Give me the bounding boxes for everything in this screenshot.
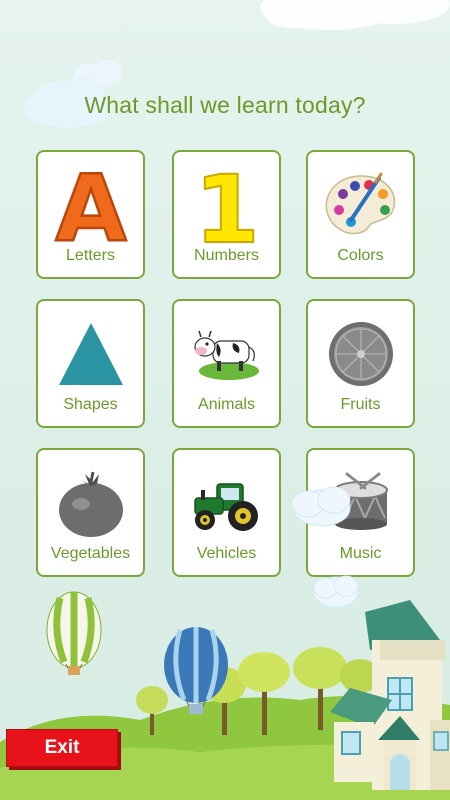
category-tile-vehicles[interactable]: Vehicles bbox=[172, 448, 281, 577]
numbers-icon: 1 bbox=[174, 162, 279, 248]
category-label: Vegetables bbox=[50, 545, 131, 562]
triangle-icon bbox=[38, 311, 143, 397]
category-label: Numbers bbox=[194, 247, 259, 264]
svg-text:A: A bbox=[55, 164, 126, 246]
balloon-green bbox=[46, 591, 102, 675]
category-label: Music bbox=[339, 545, 382, 562]
category-label: Letters bbox=[66, 247, 115, 264]
tractor-icon bbox=[174, 460, 279, 546]
category-label: Fruits bbox=[340, 396, 381, 413]
exit-button[interactable]: Exit bbox=[6, 729, 118, 767]
category-tile-numbers[interactable]: 1 Numbers bbox=[172, 150, 281, 279]
category-tile-colors[interactable]: Colors bbox=[306, 150, 415, 279]
category-grid: A Letters 1 Numbers Colors Shapes Animal… bbox=[36, 150, 417, 582]
category-tile-letters[interactable]: A Letters bbox=[36, 150, 145, 279]
house-illustration bbox=[330, 600, 450, 790]
category-tile-vegetables[interactable]: Vegetables bbox=[36, 448, 145, 577]
page-title: What shall we learn today? bbox=[84, 92, 366, 118]
drum-icon bbox=[308, 460, 413, 546]
letters-icon: A bbox=[38, 162, 143, 248]
cow-icon bbox=[174, 311, 279, 397]
tomato-icon bbox=[38, 460, 143, 546]
category-tile-music[interactable]: Music bbox=[306, 448, 415, 577]
category-tile-shapes[interactable]: Shapes bbox=[36, 299, 145, 428]
category-label: Colors bbox=[337, 247, 384, 264]
category-label: Shapes bbox=[63, 396, 118, 413]
cloud-top-right bbox=[260, 0, 450, 30]
orange-slice-icon bbox=[308, 311, 413, 397]
category-tile-animals[interactable]: Animals bbox=[172, 299, 281, 428]
category-label: Vehicles bbox=[196, 545, 257, 562]
category-tile-fruits[interactable]: Fruits bbox=[306, 299, 415, 428]
palette-icon bbox=[308, 162, 413, 248]
svg-text:1: 1 bbox=[194, 164, 259, 246]
category-label: Animals bbox=[198, 396, 255, 413]
